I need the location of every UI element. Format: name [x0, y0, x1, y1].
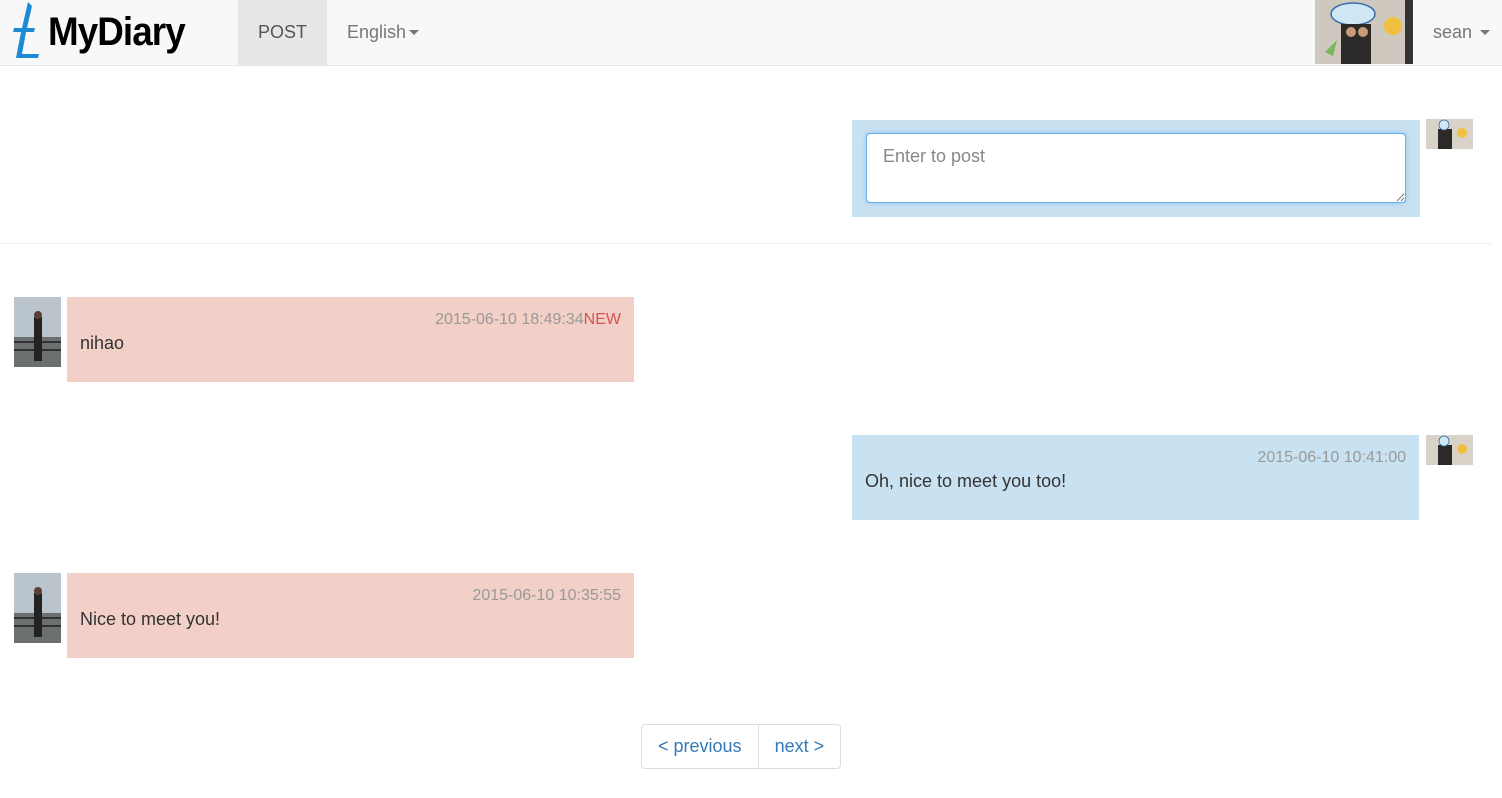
new-badge: NEW	[583, 311, 621, 328]
caret-down-icon	[1480, 30, 1491, 35]
language-dropdown[interactable]: English	[347, 0, 420, 65]
message-card: 2015-06-10 10:35:55 Nice to meet you!	[67, 573, 634, 658]
user-dropdown[interactable]: sean	[1433, 0, 1491, 65]
language-label: English	[347, 22, 407, 42]
brand-logo-icon	[13, 2, 39, 58]
next-page-link[interactable]: next >	[757, 725, 841, 768]
user-name: sean	[1433, 22, 1473, 42]
friend-avatar	[14, 297, 61, 367]
message-card: 2015-06-10 10:41:00 Oh, nice to meet you…	[852, 435, 1419, 520]
brand-name: MyDiary	[48, 9, 186, 54]
user-avatar[interactable]	[1315, 0, 1413, 64]
message-time: 2015-06-10 10:41:00	[1257, 449, 1406, 467]
message-time: 2015-06-10 18:49:34NEW	[435, 311, 621, 329]
caret-down-icon	[409, 30, 420, 35]
message-time: 2015-06-10 10:35:55	[472, 587, 621, 605]
post-input[interactable]	[866, 133, 1406, 203]
friend-avatar	[14, 573, 61, 643]
message-text: Nice to meet you!	[80, 609, 221, 629]
message-text: nihao	[80, 333, 125, 353]
message-card: 2015-06-10 18:49:34NEW nihao	[67, 297, 634, 382]
pager: < previous next >	[641, 724, 842, 769]
navbar: MyDiary POST English sean	[0, 0, 1502, 66]
message-timestamp: 2015-06-10 10:35:55	[472, 587, 621, 604]
post-composer	[852, 120, 1420, 217]
message-text: Oh, nice to meet you too!	[865, 471, 1067, 491]
divider	[0, 243, 1492, 244]
message-timestamp: 2015-06-10 18:49:34	[435, 311, 584, 328]
previous-page-link[interactable]: < previous	[642, 725, 758, 768]
nav-post-tab[interactable]: POST	[238, 0, 327, 65]
my-avatar	[1426, 119, 1473, 149]
my-avatar	[1426, 435, 1473, 465]
brand-link[interactable]: MyDiary	[8, 0, 197, 64]
message-timestamp: 2015-06-10 10:41:00	[1257, 449, 1406, 466]
